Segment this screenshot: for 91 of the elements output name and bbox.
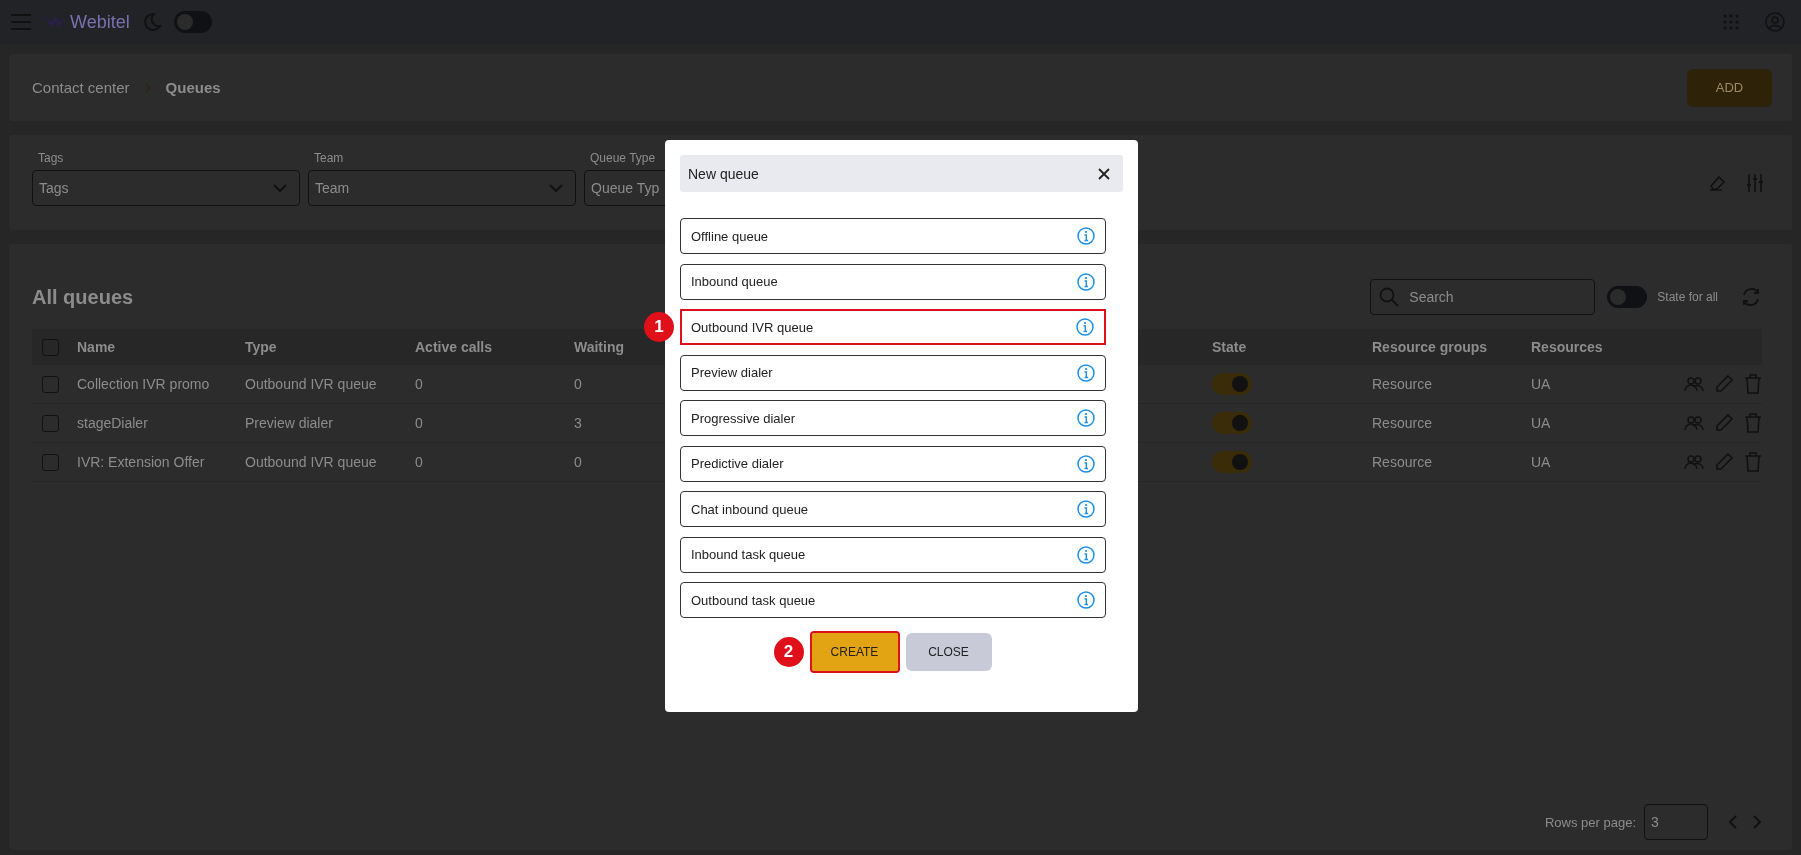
queue-type-option[interactable]: Inbound queue [680,263,1106,300]
table-cell: 0 [574,376,582,392]
search-input[interactable]: Search [1407,288,1582,306]
rows-per-page-field[interactable]: 3 [1644,804,1708,840]
add-button[interactable]: ADD [1687,68,1772,107]
delete-icon[interactable] [1744,452,1762,472]
info-icon[interactable] [1077,363,1095,382]
row-checkbox[interactable] [42,414,59,432]
filter-select[interactable]: Tags [32,170,300,206]
table-cell: UA [1531,415,1551,431]
dialog-button[interactable]: CLOSE [905,633,992,671]
table-cell: Resource [1372,454,1432,470]
column-header: State [1212,339,1247,355]
rows-per-page-label: Rows per page: [1544,814,1636,830]
step-marker: 1 [644,312,674,342]
table-cell: 0 [415,454,423,470]
table-cell: Preview dialer [245,415,333,431]
delete-icon[interactable] [1744,374,1762,394]
close-icon[interactable] [1098,167,1110,180]
info-icon[interactable] [1077,409,1095,427]
column-header: Resources [1531,339,1603,355]
info-icon[interactable] [1076,318,1094,336]
table-cell: IVR: Extension Offer [77,454,205,470]
eraser-icon[interactable] [1708,173,1728,192]
dialog-title: New queue [688,165,759,182]
column-header: Waiting [574,339,625,355]
edit-icon[interactable] [1714,413,1734,433]
chevron-down-icon [549,183,563,193]
people-icon[interactable] [1684,453,1704,471]
search-icon [1379,287,1400,307]
toggle-label: State for all [1657,290,1718,304]
logo-icon [44,15,66,29]
state-for-all-toggle[interactable] [1607,286,1648,308]
column-header: Type [245,339,277,355]
chevron-down-icon [273,183,287,193]
breadcrumb-item[interactable]: Contact center [32,79,130,96]
table-cell: UA [1531,376,1551,392]
edit-icon[interactable] [1714,374,1734,394]
table-cell: 0 [574,454,582,470]
table-cell: Outbound IVR queue [245,454,377,470]
chevron-left-icon[interactable] [1728,815,1738,829]
refresh-icon[interactable] [1740,286,1762,308]
chevron-right-icon [143,82,152,93]
table-cell: 0 [415,415,423,431]
filter-label: Tags [37,151,65,165]
queue-type-option[interactable]: Chat inbound queue [680,491,1106,527]
table-cell: Collection IVR promo [77,376,210,392]
info-icon[interactable] [1077,227,1095,245]
dialog-button[interactable]: CREATE [811,633,898,671]
queue-type-option[interactable]: Progressive dialer [680,400,1106,436]
state-toggle[interactable] [1212,451,1252,473]
queue-type-option[interactable]: Outbound task queue [680,582,1106,618]
edit-icon[interactable] [1714,452,1734,472]
search-field[interactable]: Search [1370,279,1596,315]
theme-toggle[interactable] [173,11,212,33]
sliders-icon[interactable] [1746,172,1764,193]
filter-select[interactable]: Team [308,170,576,206]
filter-label: Team [313,151,345,165]
table-cell: 0 [415,376,423,392]
info-icon[interactable] [1077,545,1095,564]
row-checkbox[interactable] [42,453,59,471]
info-icon[interactable] [1077,272,1095,291]
step-marker: 2 [773,637,804,667]
table-title: All queues [32,285,134,309]
column-header: Active calls [415,339,493,355]
logo-text: Webitel [70,11,130,33]
column-header: Name [77,339,116,355]
table-cell: Resource [1372,376,1432,392]
people-icon[interactable] [1684,414,1704,432]
row-checkbox[interactable] [42,375,59,393]
people-icon[interactable] [1684,375,1704,393]
filter-label: Queue Type [589,151,657,165]
info-icon[interactable] [1077,591,1095,609]
table-cell: UA [1531,454,1551,470]
column-header: Resource groups [1372,339,1488,355]
delete-icon[interactable] [1744,413,1762,433]
queue-type-option[interactable]: Outbound IVR queue [680,309,1106,345]
state-toggle[interactable] [1212,412,1252,434]
chevron-right-icon[interactable] [1752,815,1762,829]
table-cell: Outbound IVR queue [245,376,377,392]
table-cell: 3 [574,415,582,431]
queue-type-option[interactable]: Predictive dialer [680,445,1106,482]
queue-type-option[interactable]: Inbound task queue [680,536,1106,573]
table-cell: Resource [1372,415,1432,431]
state-toggle[interactable] [1212,373,1252,395]
queue-type-option[interactable]: Preview dialer [680,354,1106,391]
table-cell: stageDialer [77,415,148,431]
info-icon[interactable] [1077,500,1095,518]
breadcrumb-item: Queues [165,79,221,96]
queue-type-option[interactable]: Offline queue [680,218,1106,254]
info-icon[interactable] [1077,454,1095,473]
